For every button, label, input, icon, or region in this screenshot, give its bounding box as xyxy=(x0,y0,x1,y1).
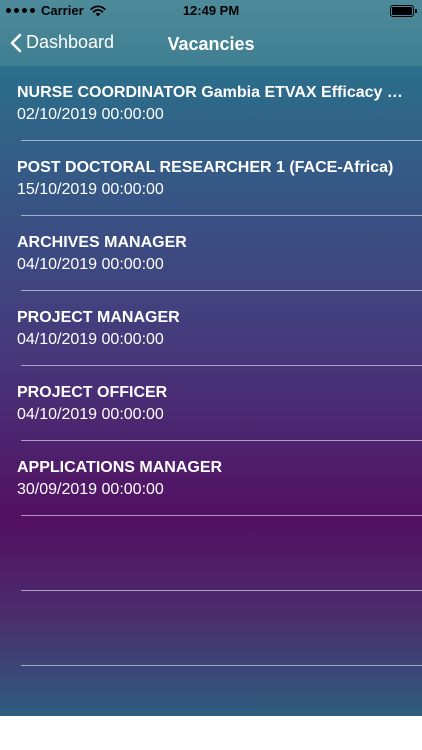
app-screen: Carrier 12:49 PM Dashboard Vacancies NUR… xyxy=(0,0,422,750)
vacancy-title: PROJECT MANAGER xyxy=(17,309,180,326)
vacancy-date: 04/10/2019 00:00:00 xyxy=(17,406,164,423)
vacancy-title: POST DOCTORAL RESEARCHER 1 (FACE-Africa) xyxy=(17,159,394,176)
vacancy-title: APPLICATIONS MANAGER xyxy=(17,459,223,476)
vacancy-date: 15/10/2019 00:00:00 xyxy=(17,181,164,198)
row-separator xyxy=(21,665,422,666)
vacancy-date: 30/09/2019 00:00:00 xyxy=(17,481,164,498)
list-item[interactable]: ARCHIVES MANAGER 04/10/2019 00:00:00 xyxy=(0,216,422,291)
vacancy-title: PROJECT OFFICER xyxy=(17,384,168,401)
vacancy-list: NURSE COORDINATOR Gambia ETVAX Efficacy … xyxy=(0,66,422,716)
status-time: 12:49 PM xyxy=(182,3,240,18)
list-item[interactable]: NURSE COORDINATOR Gambia ETVAX Efficacy … xyxy=(0,66,422,141)
list-item[interactable]: PROJECT OFFICER 04/10/2019 00:00:00 xyxy=(0,366,422,441)
battery-icon xyxy=(390,5,417,17)
top-bar: Carrier 12:49 PM Dashboard Vacancies xyxy=(0,0,422,66)
navigation-bar: Dashboard Vacancies xyxy=(0,22,422,66)
list-item[interactable]: PROJECT MANAGER 04/10/2019 00:00:00 xyxy=(0,291,422,366)
vacancy-date: 04/10/2019 00:00:00 xyxy=(17,331,164,348)
row-separator xyxy=(21,515,422,516)
status-bar: Carrier 12:49 PM xyxy=(0,0,422,22)
vacancy-date: 04/10/2019 00:00:00 xyxy=(17,256,164,273)
page-title: Vacancies xyxy=(167,34,255,54)
vacancy-date: 02/10/2019 00:00:00 xyxy=(17,106,164,123)
row-separator xyxy=(21,590,422,591)
list-item[interactable]: APPLICATIONS MANAGER 30/09/2019 00:00:00 xyxy=(0,441,422,516)
vacancy-title: ARCHIVES MANAGER xyxy=(17,234,187,251)
list-item[interactable]: POST DOCTORAL RESEARCHER 1 (FACE-Africa)… xyxy=(0,141,422,216)
vacancy-title: NURSE COORDINATOR Gambia ETVAX Efficacy … xyxy=(17,84,406,101)
